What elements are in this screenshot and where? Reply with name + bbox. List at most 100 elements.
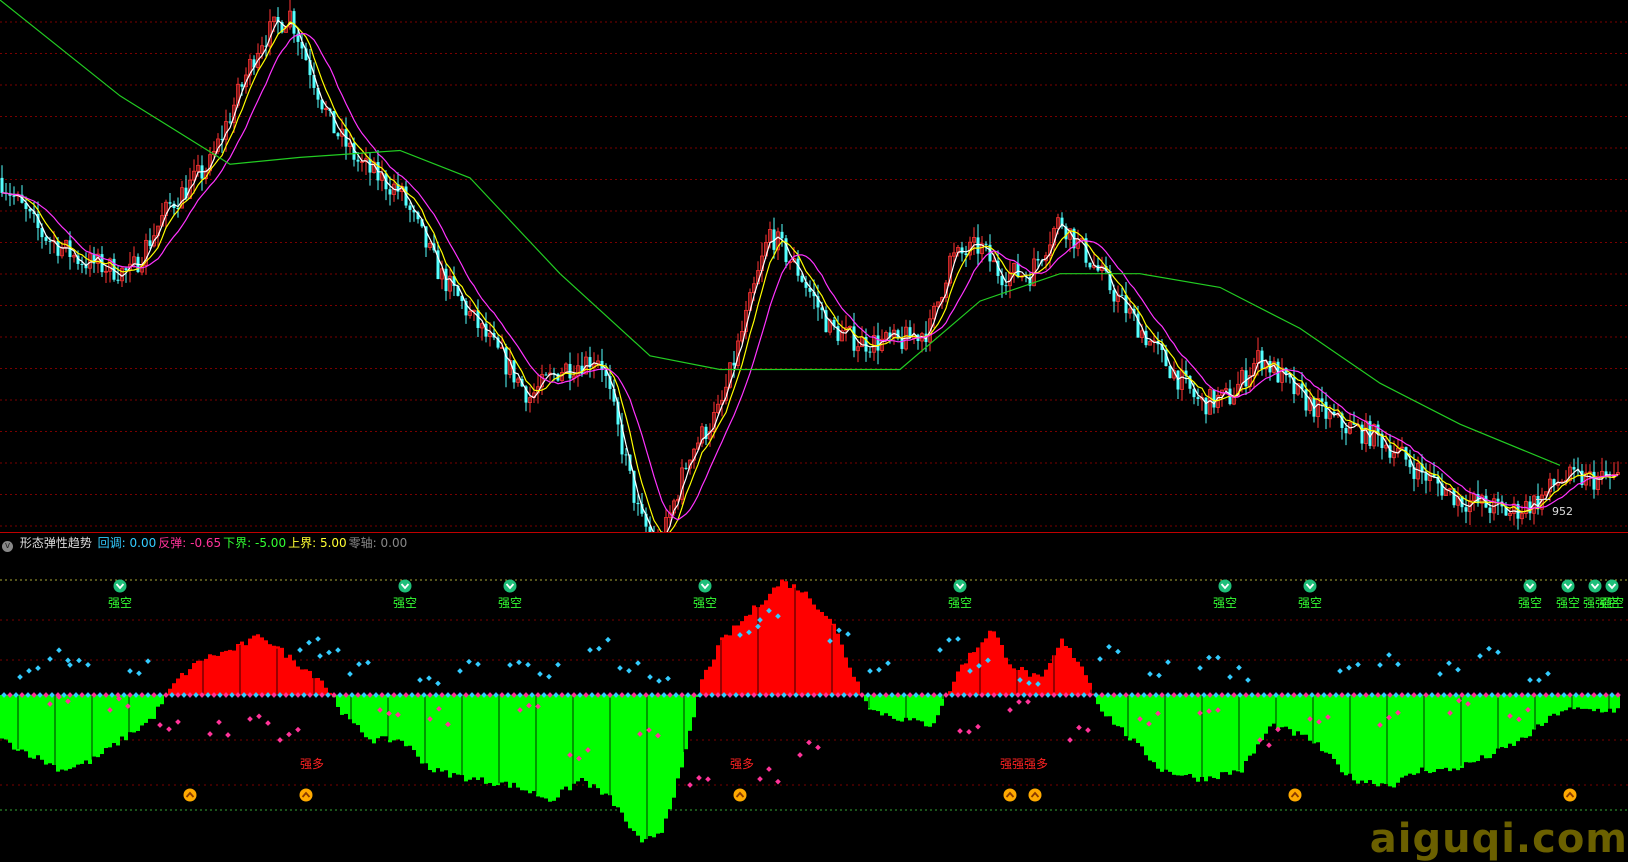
histogram-bar (68, 695, 72, 769)
zero-axis-dot (397, 692, 403, 698)
zero-axis-dot (1477, 692, 1483, 698)
histogram-bar (168, 688, 172, 695)
zero-axis-dot (367, 692, 373, 698)
zero-axis-dot (1603, 692, 1609, 698)
bearish-chevron-icon (1305, 583, 1315, 590)
candle-body (684, 467, 688, 469)
candle-body (48, 240, 52, 242)
histogram-bar (1596, 695, 1600, 709)
rebound-dot (1456, 697, 1462, 704)
candle-body (356, 159, 360, 162)
zero-axis-dot (1123, 692, 1129, 698)
zero-axis-dot (373, 692, 379, 698)
histogram-bar (644, 695, 648, 840)
pullback-dot (757, 617, 763, 623)
zero-axis-dot (1489, 692, 1495, 698)
zero-axis-dot (937, 692, 943, 698)
histogram-bar (456, 695, 460, 775)
zero-axis-dot (607, 692, 613, 698)
histogram-bar (84, 695, 88, 761)
zero-axis-dot (1129, 692, 1135, 698)
histogram-bar (656, 695, 660, 834)
histogram-bar (452, 695, 456, 774)
zero-axis-dot (7, 692, 13, 698)
pullback-dot (946, 637, 952, 643)
histogram-bar (180, 672, 184, 695)
histogram-bar (604, 695, 608, 794)
rebound-dot (1516, 716, 1522, 723)
zero-axis-dot (865, 692, 871, 698)
pullback-dot (1437, 671, 1443, 677)
histogram-bar (960, 664, 964, 695)
histogram-bar (1072, 657, 1076, 695)
zero-axis-dot (289, 692, 295, 698)
bearish-signal-icon (1218, 579, 1232, 593)
legend-item-3: 上界: 5.00 (288, 536, 347, 550)
histogram-bar (28, 695, 32, 758)
histogram-bar (1148, 695, 1152, 761)
histogram-bar (832, 623, 836, 695)
rebound-dot (1215, 707, 1221, 713)
candle-body (964, 253, 968, 255)
histogram-bar (792, 584, 796, 695)
zero-axis-dot (811, 692, 817, 698)
rebound-dot (125, 703, 131, 709)
zero-axis-dot (1435, 692, 1441, 698)
histogram-bar (1260, 695, 1264, 741)
histogram-bar (880, 695, 884, 716)
zero-axis-dot (247, 692, 253, 698)
histogram-bar (984, 638, 988, 695)
legend-item-4: 零轴: 0.00 (348, 536, 408, 550)
zero-axis-dot (859, 692, 865, 698)
bullish-chevron-icon (185, 791, 195, 798)
pullback-dot (326, 649, 332, 656)
histogram-bar (588, 695, 592, 788)
histogram-bar (696, 695, 700, 697)
zero-axis-dot (1597, 692, 1603, 698)
bearish-signal-icon (698, 579, 712, 593)
histogram-bar (364, 695, 368, 738)
zero-axis-dot (901, 692, 907, 698)
bearish-signal-icon (503, 579, 517, 593)
histogram-bar (1088, 682, 1092, 695)
histogram-bar (328, 692, 332, 695)
zero-axis-dot (1507, 692, 1513, 698)
histogram-bar (476, 695, 480, 781)
rebound-dot (166, 726, 172, 733)
histogram-bar (1136, 695, 1140, 744)
histogram-bar (568, 695, 572, 791)
histogram-bar (620, 695, 624, 813)
candle-body (636, 502, 640, 505)
bullish-chevron-icon (1005, 791, 1015, 798)
collapse-icon[interactable]: v (2, 541, 13, 552)
zero-axis-dot (1249, 692, 1255, 698)
zero-axis-dot (1531, 692, 1537, 698)
histogram-bar (1400, 695, 1404, 778)
histogram-bar (716, 645, 720, 695)
histogram-bar (884, 695, 888, 714)
histogram-bar (1212, 695, 1216, 778)
candle-body (1016, 263, 1020, 278)
zero-axis-dot (1399, 692, 1405, 698)
candle-body (116, 279, 120, 281)
histogram-bar (216, 655, 220, 695)
rebound-dot (1016, 699, 1022, 705)
pullback-dot (65, 657, 71, 664)
histogram-bar (992, 631, 996, 695)
histogram-bar (1020, 666, 1024, 695)
zero-axis-dot (139, 692, 145, 698)
rebound-dot (806, 739, 812, 746)
bullish-signal-icon (1563, 788, 1577, 802)
zero-axis-dot (1219, 692, 1225, 698)
pullback-dot (525, 661, 531, 668)
histogram-bar (712, 659, 716, 695)
bearish-signal-icon (113, 579, 127, 593)
zero-axis-dot (337, 692, 343, 698)
histogram-bar (1560, 695, 1564, 712)
histogram-bar (1232, 695, 1236, 771)
histogram-bar (1180, 695, 1184, 776)
zero-axis-dot (1513, 692, 1519, 698)
zero-axis-dot (721, 692, 727, 698)
zero-axis-dot (109, 692, 115, 698)
candle-body (876, 335, 880, 351)
